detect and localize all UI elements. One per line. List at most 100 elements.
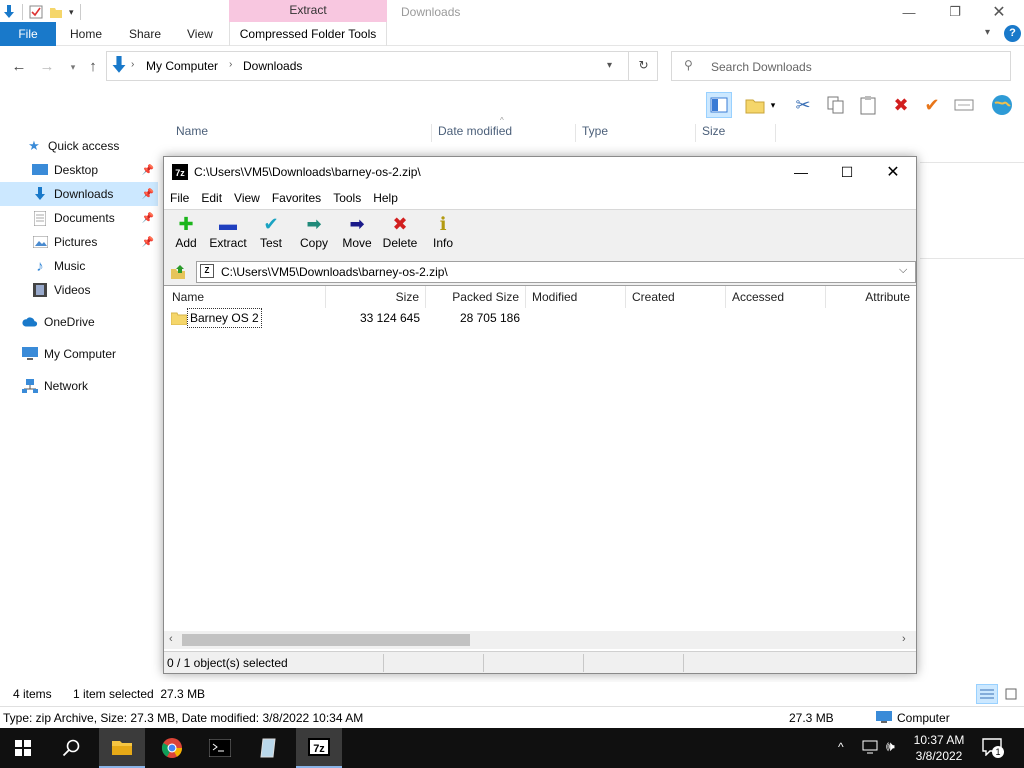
sidebar-item-videos[interactable]: Videos (0, 278, 158, 302)
search-icon[interactable] (48, 728, 94, 768)
zip-header-attribute[interactable]: Attribute (826, 286, 916, 308)
system-clock[interactable]: 10:37 AM 3/8/2022 (912, 732, 966, 764)
refresh-icon[interactable]: ↻ (628, 51, 658, 81)
file-explorer-taskbar-icon[interactable] (99, 728, 145, 768)
sidebar-item-downloads[interactable]: Downloads 📌 (0, 182, 158, 206)
back-icon[interactable]: ← (10, 58, 28, 76)
sidebar-item-quick-access[interactable]: ★ Quick access (0, 134, 158, 158)
network-status-icon[interactable] (862, 739, 880, 758)
sevenzip-path-input[interactable]: Z C:\Users\VM5\Downloads\barney-os-2.zip… (196, 261, 916, 283)
copy-button[interactable]: ➡ Copy (292, 212, 336, 258)
minimize-icon[interactable]: — (886, 0, 932, 24)
horizontal-scrollbar[interactable]: ‹ › (164, 631, 916, 649)
menu-help[interactable]: Help (367, 191, 404, 205)
menu-favorites[interactable]: Favorites (266, 191, 327, 205)
notepad-icon[interactable] (246, 728, 292, 768)
extract-button[interactable]: ▬ Extract (206, 212, 250, 258)
column-header-name[interactable]: Name (170, 124, 432, 142)
sevenzip-taskbar-icon[interactable]: 7z (296, 728, 342, 768)
scroll-left-icon[interactable]: ‹ (169, 633, 173, 645)
close-icon[interactable]: ✕ (870, 157, 916, 187)
menu-file[interactable]: File (164, 191, 195, 205)
sidebar-item-pictures[interactable]: Pictures 📌 (0, 230, 158, 254)
test-button[interactable]: ✔ Test (249, 212, 293, 258)
pin-icon[interactable]: 📌 (142, 189, 154, 200)
maximize-icon[interactable]: ❐ (932, 0, 978, 24)
sidebar-item-network[interactable]: Network (0, 374, 158, 398)
pin-icon[interactable]: 📌 (142, 237, 154, 248)
tab-home[interactable]: Home (70, 22, 102, 46)
search-input[interactable]: ⚲ Search Downloads (671, 51, 1011, 81)
add-button[interactable]: ✚ Add (164, 212, 208, 258)
address-bar[interactable]: › My Computer › Downloads ▾ (106, 51, 658, 81)
sevenzip-logo-icon: 7z (172, 164, 188, 180)
rename-icon[interactable] (951, 92, 977, 118)
delete-icon[interactable]: ✖ (888, 92, 914, 118)
terminal-icon[interactable] (197, 728, 243, 768)
sidebar-item-music[interactable]: ♪ Music (0, 254, 158, 278)
scroll-right-icon[interactable]: › (902, 633, 906, 645)
paste-icon[interactable] (855, 92, 881, 118)
new-folder-icon[interactable] (49, 5, 63, 19)
scrollbar-thumb[interactable] (182, 634, 470, 646)
menu-view[interactable]: View (228, 191, 266, 205)
zip-header-size[interactable]: Size (326, 286, 426, 308)
customize-qa-icon[interactable]: ▾ (69, 7, 74, 18)
forward-icon[interactable]: → (38, 58, 56, 76)
zip-header-accessed[interactable]: Accessed (726, 286, 826, 308)
properties-icon[interactable] (29, 5, 43, 19)
zip-header-packed-size[interactable]: Packed Size (426, 286, 526, 308)
sidebar-item-desktop[interactable]: Desktop 📌 (0, 158, 158, 182)
sidebar-item-my-computer[interactable]: My Computer (0, 342, 158, 366)
path-dropdown-icon[interactable]: ⌵ (899, 264, 907, 277)
clock-time: 10:37 AM (913, 733, 965, 747)
breadcrumb-my-computer[interactable]: My Computer (146, 59, 218, 73)
tab-compressed-folder-tools[interactable]: Compressed Folder Tools (229, 22, 387, 46)
details-view-icon[interactable] (976, 684, 998, 704)
maximize-icon[interactable]: ☐ (824, 157, 870, 187)
zip-header-name[interactable]: Name (166, 286, 326, 308)
volume-icon[interactable]: 🕪 (886, 738, 895, 755)
preview-pane-icon[interactable] (706, 92, 732, 118)
help-icon[interactable]: ? (1004, 25, 1021, 42)
pin-icon[interactable]: 📌 (142, 165, 154, 176)
column-header-type[interactable]: Type (576, 124, 696, 142)
checkmark-icon[interactable]: ✔ (919, 92, 945, 118)
sidebar-item-documents[interactable]: Documents 📌 (0, 206, 158, 230)
breadcrumb-downloads[interactable]: Downloads (243, 59, 302, 73)
up-icon[interactable]: ↑ (84, 58, 102, 76)
up-folder-icon[interactable] (168, 262, 188, 282)
globe-icon[interactable] (989, 92, 1015, 118)
info-button[interactable]: ℹ Info (421, 212, 465, 258)
tab-view[interactable]: View (187, 22, 213, 46)
close-icon[interactable]: ✕ (976, 0, 1022, 24)
column-header-size[interactable]: Size (696, 124, 776, 142)
minimize-icon[interactable]: — (778, 157, 824, 187)
copy-icon[interactable] (823, 92, 849, 118)
download-arrow-icon[interactable] (2, 5, 16, 19)
recent-locations-icon[interactable]: ▾ (64, 58, 82, 76)
menu-tools[interactable]: Tools (327, 191, 367, 205)
pin-icon[interactable]: 📌 (142, 213, 154, 224)
address-dropdown-icon[interactable]: ▾ (607, 60, 612, 71)
large-icons-view-icon[interactable] (1002, 686, 1020, 702)
zip-header-created[interactable]: Created (626, 286, 726, 308)
column-header-date-modified[interactable]: Date modified (432, 124, 576, 142)
cut-icon[interactable]: ✂ (790, 92, 816, 118)
move-button[interactable]: ➡ Move (335, 212, 379, 258)
sevenzip-title: C:\Users\VM5\Downloads\barney-os-2.zip\ (194, 165, 421, 179)
tab-share[interactable]: Share (129, 22, 161, 46)
tab-file[interactable]: File (0, 22, 56, 46)
expand-ribbon-icon[interactable]: ▾ (985, 27, 990, 38)
start-button[interactable] (0, 728, 46, 768)
new-folder-toolbar-icon[interactable] (742, 92, 768, 118)
zip-header-modified[interactable]: Modified (526, 286, 626, 308)
delete-button[interactable]: ✖ Delete (378, 212, 422, 258)
show-hidden-icons[interactable]: ^ (838, 740, 844, 754)
new-folder-dropdown-icon[interactable]: ▾ (766, 92, 780, 118)
chrome-icon[interactable] (149, 728, 195, 768)
notifications-icon[interactable]: 1 (982, 738, 1004, 758)
menu-edit[interactable]: Edit (195, 191, 228, 205)
sidebar-item-onedrive[interactable]: OneDrive (0, 310, 158, 334)
table-row[interactable]: Barney OS 2 33 124 645 28 705 186 (164, 308, 916, 328)
